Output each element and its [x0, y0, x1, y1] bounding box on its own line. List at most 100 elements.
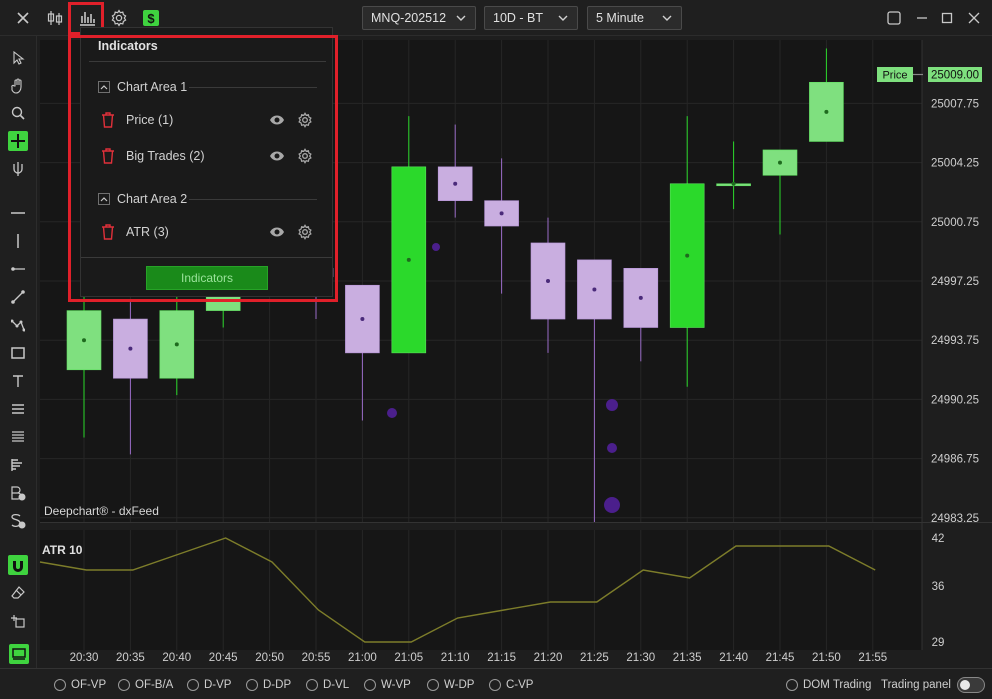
radio-c-vp[interactable]: C-VP: [489, 678, 533, 692]
polyline-icon[interactable]: [8, 315, 28, 335]
fib-icon[interactable]: [8, 427, 28, 447]
radio-label: OF-VP: [71, 679, 107, 691]
big-trade-bubble: [387, 408, 397, 418]
radio-d-dp[interactable]: D-DP: [246, 678, 291, 692]
big-trade-dot: [453, 181, 458, 186]
chevron-down-icon: [662, 15, 672, 21]
big-trade-dot: [638, 295, 643, 300]
sell-order-icon[interactable]: [8, 511, 28, 531]
volume-profile-icon[interactable]: [8, 455, 28, 475]
time-tick-label: 20:40: [162, 652, 191, 664]
big-trade-bubble: [604, 497, 620, 513]
price-tick-label: 25007.75: [931, 98, 979, 110]
time-tick-label: 20:35: [116, 652, 145, 664]
horizontal-line-icon[interactable]: [8, 203, 28, 223]
layout-icon[interactable]: [882, 6, 906, 30]
chevron-down-icon: [456, 15, 466, 21]
time-tick-label: 21:05: [394, 652, 423, 664]
price-tick-label: 24986.75: [931, 454, 979, 466]
big-trade-dot: [82, 338, 86, 343]
magnet-cursor-icon[interactable]: [8, 159, 28, 179]
price-tick-label: 25004.25: [931, 158, 979, 170]
crosshair-icon[interactable]: [8, 131, 28, 151]
time-tick-label: 21:50: [812, 652, 841, 664]
radio-w-vp[interactable]: W-VP: [364, 678, 411, 692]
big-trade-dot: [824, 109, 829, 114]
radio-label: D-VP: [204, 679, 232, 691]
atr-title: ATR 10: [42, 543, 83, 557]
close-icon[interactable]: [11, 6, 35, 30]
price-tag: Price 25009.00: [877, 67, 982, 82]
time-tick-label: 21:10: [441, 652, 470, 664]
magnet-icon[interactable]: [8, 555, 28, 575]
time-tick-label: 21:30: [626, 652, 655, 664]
radio-circle[interactable]: [306, 679, 318, 691]
radio-w-dp[interactable]: W-DP: [427, 678, 474, 692]
buy-order-icon[interactable]: [8, 483, 28, 503]
radio-d-vl[interactable]: D-VL: [306, 678, 349, 692]
time-tick-label: 21:45: [766, 652, 795, 664]
monitor-icon[interactable]: [9, 644, 29, 664]
price-tick-label: 24993.75: [931, 335, 979, 347]
time-tick-label: 20:55: [302, 652, 331, 664]
radio-circle[interactable]: [187, 679, 199, 691]
instrument-dropdown[interactable]: MNQ-202512: [362, 6, 476, 30]
radio-circle[interactable]: [489, 679, 501, 691]
radio-circle[interactable]: [54, 679, 66, 691]
timeframe-dropdown[interactable]: 10D - BT: [484, 6, 578, 30]
eraser-icon[interactable]: [8, 583, 28, 603]
candlestick-icon[interactable]: [43, 6, 67, 30]
big-trade-dot: [499, 211, 504, 216]
time-tick-label: 20:30: [70, 652, 99, 664]
big-trade-bubble: [606, 399, 618, 411]
window-close-icon[interactable]: [962, 6, 986, 30]
big-trade-dot: [360, 317, 365, 322]
rectangle-icon[interactable]: [8, 343, 28, 363]
radio-label: W-VP: [381, 679, 411, 691]
timeframe-label: 10D - BT: [493, 11, 544, 25]
radio-circle[interactable]: [364, 679, 376, 691]
big-trade-dot: [128, 346, 133, 351]
toggle-knob: [960, 680, 970, 690]
radio-label: D-DP: [263, 679, 292, 691]
radio-label: W-DP: [444, 679, 475, 691]
clone-icon[interactable]: [8, 611, 28, 631]
trading-panel-toggle[interactable]: [957, 677, 985, 693]
interval-dropdown[interactable]: 5 Minute: [587, 6, 682, 30]
radio-of-vp[interactable]: OF-VP: [54, 678, 106, 692]
radio-circle[interactable]: [786, 679, 798, 691]
radio-circle[interactable]: [246, 679, 258, 691]
atr-tick-label: 29: [932, 637, 945, 649]
big-trade-bubble: [607, 443, 617, 453]
interval-label: 5 Minute: [596, 11, 644, 25]
time-tick-label: 21:25: [580, 652, 609, 664]
radio-d-vp[interactable]: D-VP: [187, 678, 231, 692]
trend-line-icon[interactable]: [8, 287, 28, 307]
atr-pane-bg: [40, 530, 922, 650]
lines-icon[interactable]: [8, 399, 28, 419]
radio-of-ba[interactable]: OF-B/A: [118, 678, 173, 692]
time-tick-label: 20:50: [255, 652, 284, 664]
big-trade-dot: [685, 253, 690, 258]
price-tag-value: 25009.00: [931, 70, 979, 82]
big-trade-dot: [592, 287, 597, 292]
radio-dom-trading[interactable]: DOM Trading: [786, 678, 871, 692]
radio-label: C-VP: [506, 679, 534, 691]
maximize-icon[interactable]: [935, 6, 959, 30]
atr-tick-label: 36: [932, 581, 945, 593]
time-tick-label: 21:35: [673, 652, 702, 664]
hand-icon[interactable]: [8, 76, 28, 96]
pointer-icon[interactable]: [8, 48, 28, 68]
zoom-icon[interactable]: [8, 103, 28, 123]
minimize-icon[interactable]: [910, 6, 934, 30]
price-tag-label: Price: [882, 70, 907, 82]
ray-icon[interactable]: [8, 259, 28, 279]
drawing-toolbar: [0, 36, 37, 668]
vertical-line-icon[interactable]: [8, 231, 28, 251]
big-trade-bubble: [432, 243, 440, 251]
text-icon[interactable]: [8, 371, 28, 391]
radio-circle[interactable]: [118, 679, 130, 691]
radio-circle[interactable]: [427, 679, 439, 691]
chart-watermark: Deepchart® - dxFeed: [44, 504, 159, 518]
price-tick-label: 24997.25: [931, 276, 979, 288]
